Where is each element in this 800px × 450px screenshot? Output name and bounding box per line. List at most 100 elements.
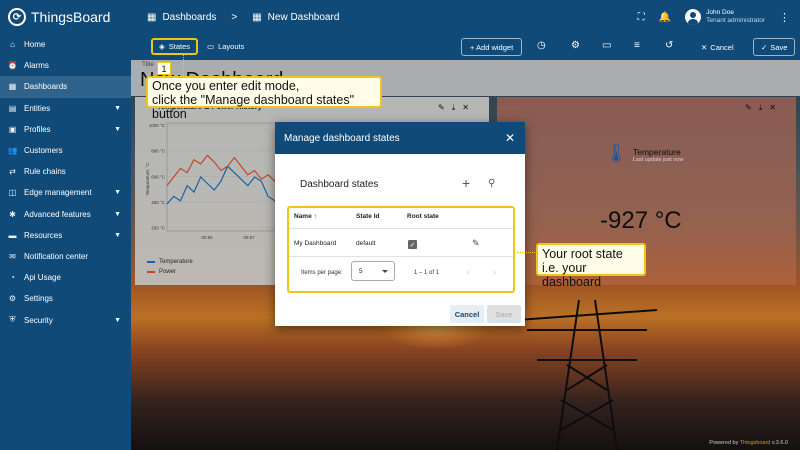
prev-page-icon[interactable]: ‹ bbox=[467, 267, 470, 277]
chevron-down-icon: ▼ bbox=[114, 189, 121, 197]
layouts-button[interactable]: ▭ Layouts bbox=[207, 38, 244, 55]
header-divider bbox=[289, 228, 513, 229]
dialog-header: Manage dashboard states ✕ bbox=[275, 122, 525, 154]
sidebar-item-label: Notification center bbox=[24, 251, 89, 261]
root-state-checkbox[interactable]: ✓ bbox=[408, 240, 417, 249]
toolbar-save-button[interactable]: ✓ Save bbox=[753, 38, 796, 56]
sidebar-item-resources[interactable]: ▬ Resources ▼ bbox=[0, 225, 131, 246]
sidebar-item-label: Edge management bbox=[24, 188, 92, 198]
sidebar-item-customers[interactable]: 👥 Customers bbox=[0, 140, 131, 161]
layouts-label: Layouts bbox=[218, 42, 245, 51]
user-menu[interactable]: John Doe Tenant administrator bbox=[685, 9, 765, 25]
sidebar-item-api-usage[interactable]: ◔ Api Usage bbox=[0, 267, 131, 288]
api-usage-icon: ◔ bbox=[10, 273, 15, 283]
chevron-down-icon: ▼ bbox=[114, 104, 121, 112]
notifications-icon[interactable]: 🔔 bbox=[659, 12, 671, 23]
sidebar-item-label: Profiles bbox=[24, 124, 51, 134]
dialog-title: Manage dashboard states bbox=[284, 132, 400, 144]
rule-chains-icon: ⇄ bbox=[9, 167, 16, 177]
history-icon[interactable]: ↺ bbox=[665, 40, 673, 51]
sidebar: ⟳ ThingsBoard ⌂ Home ⏰ Alarms ▦ Dashboards ▤ En… bbox=[0, 0, 131, 450]
breadcrumb-dashboards[interactable]: Dashboards bbox=[162, 12, 216, 23]
row-divider bbox=[289, 256, 513, 257]
items-per-page-label: Items per page: bbox=[301, 270, 343, 276]
sidebar-item-settings[interactable]: ⚙ Settings bbox=[0, 288, 131, 309]
sidebar-item-home[interactable]: ⌂ Home bbox=[0, 34, 131, 55]
chevron-down-icon: ▼ bbox=[114, 316, 121, 324]
profiles-icon: ▣ bbox=[8, 124, 17, 134]
fullscreen-icon[interactable]: ⛶ bbox=[638, 12, 645, 23]
row-name: My Dashboard bbox=[294, 240, 337, 247]
states-button[interactable]: ◈ States bbox=[151, 38, 199, 55]
sidebar-item-alarms[interactable]: ⏰ Alarms bbox=[0, 55, 131, 76]
dialog-cancel-button[interactable]: Cancel bbox=[450, 305, 484, 323]
sidebar-item-label: Settings bbox=[24, 294, 53, 304]
layers-icon: ◈ bbox=[159, 42, 165, 51]
manage-states-dialog: Manage dashboard states ✕ Dashboard stat… bbox=[275, 122, 525, 326]
column-name[interactable]: Name ↑ bbox=[294, 213, 317, 220]
root-callout-line-2: i.e. your dashboard bbox=[542, 261, 602, 289]
user-role: Tenant administrator bbox=[706, 17, 765, 24]
chevron-down-icon: ▼ bbox=[114, 210, 121, 218]
states-table: Name ↑ State Id Root state My Dashboard … bbox=[287, 206, 515, 293]
topbar-right: ⛶ 🔔 John Doe Tenant administrator ⋮ bbox=[638, 0, 790, 34]
chevron-down-icon bbox=[382, 270, 388, 273]
settings-gear-icon[interactable]: ⚙ bbox=[571, 40, 580, 51]
filter-icon[interactable]: ≡ bbox=[634, 40, 640, 51]
customers-icon: 👥 bbox=[7, 146, 18, 156]
toolbar-save-label: Save bbox=[770, 42, 788, 52]
security-icon: ⛨ bbox=[9, 315, 16, 325]
sidebar-item-profiles[interactable]: ▣ Profiles ▼ bbox=[0, 119, 131, 140]
sidebar-item-label: Advanced features bbox=[24, 209, 91, 219]
sidebar-item-label: Customers bbox=[24, 146, 63, 156]
resources-icon: ▬ bbox=[8, 230, 17, 240]
items-per-page-value: 5 bbox=[359, 268, 363, 275]
sidebar-item-label: Alarms bbox=[24, 61, 49, 71]
user-info: John Doe Tenant administrator bbox=[706, 9, 765, 25]
dialog-close-icon[interactable]: ✕ bbox=[505, 131, 515, 145]
callout-line-2: click the "Manage dashboard states" butt… bbox=[152, 93, 355, 121]
add-widget-button[interactable]: + Add widget bbox=[461, 38, 523, 56]
sidebar-item-label: Rule chains bbox=[24, 167, 66, 177]
column-root-state: Root state bbox=[407, 213, 439, 220]
callout-connector-2 bbox=[517, 252, 537, 253]
edit-state-icon[interactable]: ✎ bbox=[472, 238, 480, 249]
sidebar-item-entities[interactable]: ▤ Entities ▼ bbox=[0, 98, 131, 119]
alarm-icon: ⏰ bbox=[7, 61, 18, 71]
next-page-icon[interactable]: › bbox=[493, 267, 496, 277]
step-number-badge: 1 bbox=[157, 62, 171, 75]
devices-icon[interactable]: ▭ bbox=[602, 40, 611, 51]
sidebar-item-label: Resources bbox=[24, 230, 63, 240]
timewindow-icon[interactable]: ◷ bbox=[537, 40, 546, 51]
dashboards-icon: ▦ bbox=[8, 82, 17, 92]
sidebar-item-dashboards[interactable]: ▦ Dashboards bbox=[0, 76, 131, 98]
sidebar-item-advanced-features[interactable]: ✱ Advanced features ▼ bbox=[0, 204, 131, 225]
app-logo[interactable]: ⟳ ThingsBoard bbox=[0, 0, 131, 34]
home-icon: ⌂ bbox=[10, 40, 15, 50]
callout-line-1: Once you enter edit mode, bbox=[152, 79, 300, 93]
app-logo-text: ThingsBoard bbox=[31, 9, 111, 25]
sidebar-item-notification-center[interactable]: ✉ Notification center bbox=[0, 246, 131, 267]
sidebar-nav: ⌂ Home ⏰ Alarms ▦ Dashboards ▤ Entities ▼ ▣ Profil… bbox=[0, 34, 131, 331]
items-per-page-select[interactable]: 5 bbox=[351, 261, 395, 281]
check-icon: ✓ bbox=[761, 42, 768, 52]
sidebar-item-rule-chains[interactable]: ⇄ Rule chains bbox=[0, 161, 131, 182]
add-state-icon[interactable]: + bbox=[462, 175, 470, 191]
breadcrumb-separator: > bbox=[231, 11, 238, 23]
row-state-id: default bbox=[356, 240, 376, 247]
dialog-save-button[interactable]: Save bbox=[487, 305, 521, 323]
user-name: John Doe bbox=[706, 9, 734, 16]
sidebar-item-label: Home bbox=[24, 40, 46, 50]
more-vert-icon[interactable]: ⋮ bbox=[779, 11, 790, 24]
topbar: ▦ Dashboards > ▦ New Dashboard ⛶ 🔔 John … bbox=[131, 0, 800, 34]
layouts-icon: ▭ bbox=[207, 42, 215, 51]
dashboard-icon: ▦ bbox=[252, 11, 262, 23]
sidebar-item-label: Security bbox=[24, 315, 53, 325]
sidebar-item-security[interactable]: ⛨ Security ▼ bbox=[0, 309, 131, 330]
sidebar-item-edge-management[interactable]: ◫ Edge management ▼ bbox=[0, 182, 131, 203]
sidebar-item-label: Api Usage bbox=[24, 273, 61, 283]
chevron-down-icon: ▼ bbox=[114, 125, 121, 133]
dashboards-icon: ▦ bbox=[147, 11, 157, 23]
toolbar-cancel-button[interactable]: ✕ Cancel bbox=[701, 38, 734, 56]
search-icon[interactable]: ⚲ bbox=[488, 178, 495, 189]
